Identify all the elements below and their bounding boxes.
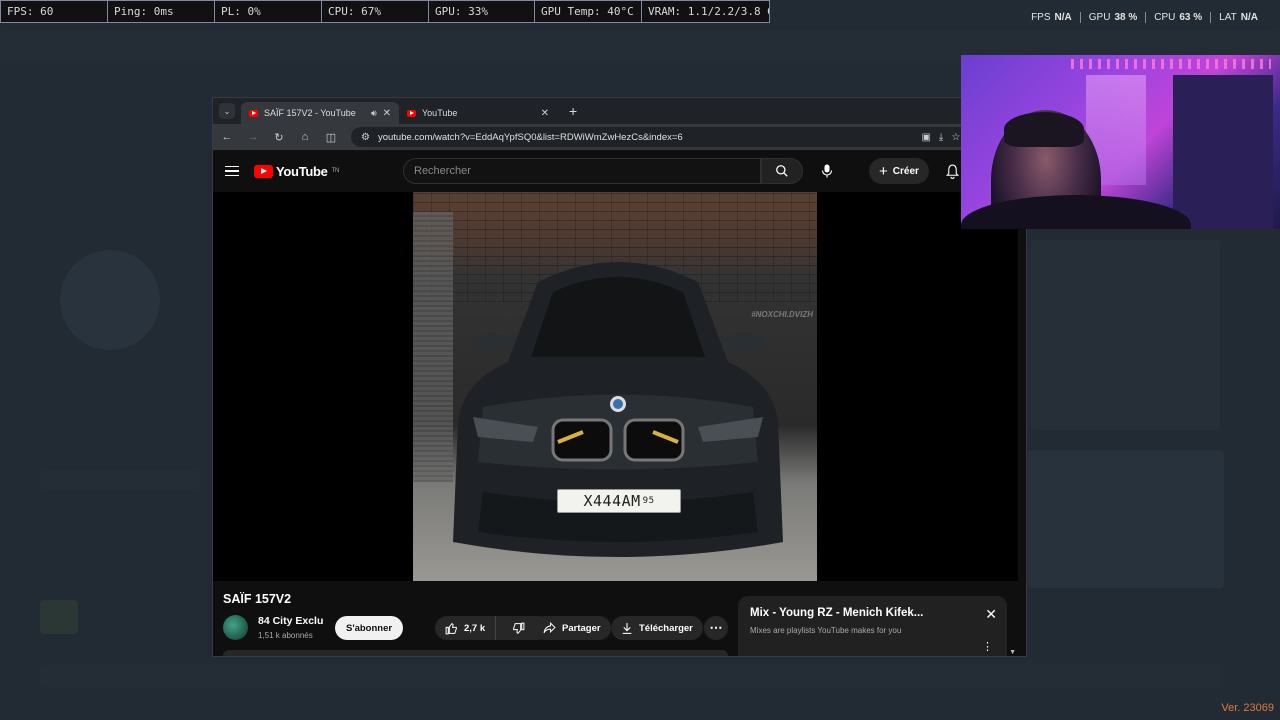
site-info-icon[interactable]: ⚙	[361, 132, 370, 143]
mix-subtitle: Mixes are playlists YouTube makes for yo…	[750, 626, 902, 635]
video-metadata: SAÏF 157V2 84 City Exclu 1,51 k abonnés …	[213, 581, 1018, 656]
speaker-icon[interactable]: 🔊︎	[371, 108, 377, 119]
youtube-favicon-icon	[407, 109, 416, 117]
install-icon[interactable]: ⤓	[939, 132, 943, 143]
close-tab-icon[interactable]: ✕	[541, 108, 549, 119]
back-icon[interactable]: ←	[221, 131, 233, 143]
reload-icon[interactable]: ↻	[273, 131, 285, 144]
like-button[interactable]: 2,7 k	[435, 616, 497, 640]
thumbs-up-icon	[445, 622, 457, 634]
performance-stats-bar: FPS: 60 Ping: 0ms PL: 0% CPU: 67% GPU: 3…	[0, 0, 770, 23]
voice-search-button[interactable]	[815, 159, 839, 183]
stat-packet-loss: PL: 0%	[214, 0, 321, 23]
performance-overlay: FPS N/A GPU 38 % CPU 63 % LAT N/A	[1023, 12, 1266, 23]
download-icon	[622, 622, 632, 634]
streamer-hair	[1004, 112, 1084, 147]
video-player[interactable]: X444AM 95 #NOXCHI.DVIZH	[213, 192, 1018, 581]
mix-playlist-panel: Mix - Young RZ - Menich Kifek... Mixes a…	[738, 596, 1007, 656]
more-horizontal-icon: ⋯	[709, 620, 723, 635]
youtube-favicon-icon	[249, 109, 258, 117]
stat-gpu: GPU: 33%	[428, 0, 534, 23]
youtube-play-logo-icon	[254, 164, 273, 178]
translate-icon[interactable]: ▣	[921, 132, 930, 143]
subscribe-button[interactable]: S'abonner	[335, 616, 404, 640]
tab-title: YouTube	[422, 108, 458, 118]
stat-fps: FPS: 60	[0, 0, 107, 23]
tab-youtube[interactable]: YouTube ✕	[399, 102, 557, 124]
url-text: youtube.com/watch?v=EddAqYpfSQ0&list=RDW…	[377, 131, 683, 143]
more-actions-button[interactable]: ⋯	[704, 616, 728, 640]
youtube-logo[interactable]: YouTube TN	[254, 164, 339, 179]
video-title: SAÏF 157V2	[223, 592, 292, 606]
more-vertical-icon[interactable]: ⋮	[982, 640, 993, 653]
video-watermark: #NOXCHI.DVIZH	[751, 310, 813, 319]
youtube-header: YouTube TN + Créer	[213, 150, 1026, 192]
description-box[interactable]	[223, 650, 728, 656]
stat-ping: Ping: 0ms	[107, 0, 214, 23]
bookmark-star-icon[interactable]: ☆	[951, 132, 960, 143]
search-input[interactable]	[414, 165, 750, 177]
browser-toolbar: ← → ↻ ⌂ ◫ ⚙ youtube.com/watch?v=EddAqYpf…	[213, 124, 1026, 150]
dislike-button[interactable]	[502, 616, 535, 640]
address-bar[interactable]: ⚙ youtube.com/watch?v=EddAqYpfSQ0&list=R…	[351, 127, 971, 147]
menu-icon[interactable]	[225, 165, 239, 177]
video-frame: X444AM 95 #NOXCHI.DVIZH	[413, 192, 817, 581]
share-icon	[543, 622, 556, 634]
split-view-icon[interactable]: ◫	[325, 131, 337, 144]
stat-gpu-temp: GPU Temp: 40°C	[534, 0, 641, 23]
overlay-cpu: CPU 63 %	[1145, 12, 1210, 23]
overlay-gpu: GPU 38 %	[1079, 12, 1145, 23]
download-button[interactable]: Télécharger	[611, 616, 703, 640]
tab-video[interactable]: SAÏF 157V2 - YouTube 🔊︎ ✕	[241, 102, 399, 124]
overlay-fps: FPS N/A	[1031, 12, 1072, 23]
share-button[interactable]: Partager	[533, 616, 611, 640]
scroll-down-icon[interactable]: ▼	[1009, 649, 1016, 656]
create-button[interactable]: + Créer	[869, 158, 929, 184]
close-icon[interactable]: ✕	[985, 606, 997, 623]
tab-title: SAÏF 157V2 - YouTube	[264, 108, 356, 118]
mix-title[interactable]: Mix - Young RZ - Menich Kifek...	[750, 607, 923, 619]
bell-icon	[945, 164, 959, 179]
country-code: TN	[331, 167, 340, 174]
overlay-latency: LAT N/A	[1210, 12, 1266, 23]
search-box	[403, 158, 761, 184]
forward-icon[interactable]: →	[247, 131, 259, 143]
tab-strip: ⌄ SAÏF 157V2 - YouTube 🔊︎ ✕ YouTube ✕ + …	[213, 98, 1026, 124]
stat-cpu: CPU: 67%	[321, 0, 428, 23]
webcam-overlay	[961, 55, 1280, 229]
subscriber-count: 1,51 k abonnés	[258, 631, 313, 640]
car-image	[453, 262, 783, 557]
stat-vram: VRAM: 1.1/2.2/3.8 GB	[641, 0, 770, 23]
like-count: 2,7 k	[464, 622, 486, 634]
microphone-icon	[821, 164, 833, 178]
led-lights	[1071, 59, 1271, 69]
browser-window: ⌄ SAÏF 157V2 - YouTube 🔊︎ ✕ YouTube ✕ + …	[212, 97, 1027, 657]
version-label: Ver. 23069	[1221, 702, 1274, 714]
search-icon	[776, 165, 788, 177]
search-button[interactable]	[761, 158, 803, 184]
tab-search-icon[interactable]: ⌄	[219, 103, 235, 119]
channel-avatar[interactable]	[223, 615, 248, 640]
close-tab-icon[interactable]: ✕	[383, 108, 391, 119]
home-icon[interactable]: ⌂	[299, 131, 311, 143]
license-plate: X444AM 95	[557, 489, 681, 513]
new-tab-button[interactable]: +	[569, 103, 577, 119]
door	[1173, 75, 1273, 229]
plus-icon: +	[879, 162, 888, 180]
thumbs-down-icon	[513, 622, 525, 634]
channel-name[interactable]: 84 City Exclu	[258, 615, 323, 627]
